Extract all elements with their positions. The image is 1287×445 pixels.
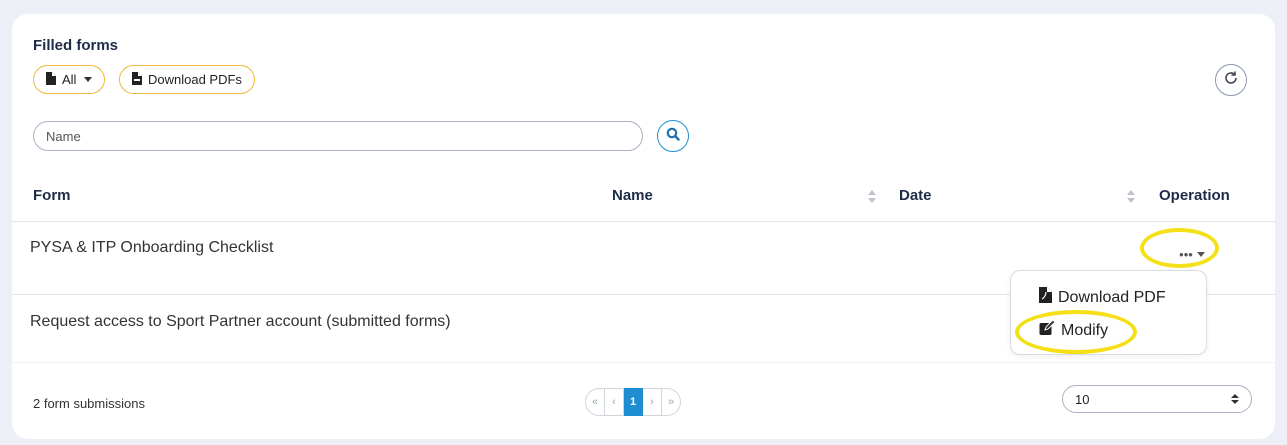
pagination-first[interactable]: « bbox=[585, 388, 605, 416]
refresh-icon bbox=[1223, 70, 1239, 91]
page-size-value: 10 bbox=[1075, 391, 1090, 407]
search-icon bbox=[666, 127, 680, 146]
download-pdfs-button[interactable]: Download PDFs bbox=[119, 65, 255, 94]
search-input[interactable] bbox=[33, 121, 643, 151]
footer-divider bbox=[12, 362, 1275, 363]
card-title: Filled forms bbox=[33, 37, 119, 54]
table-row-form-cell: PYSA & ITP Onboarding Checklist bbox=[30, 239, 274, 256]
column-header-form[interactable]: Form bbox=[33, 187, 71, 204]
filter-label: All bbox=[62, 72, 77, 87]
sort-icon[interactable] bbox=[868, 190, 876, 204]
more-options-icon: ••• bbox=[1179, 246, 1193, 262]
column-header-date[interactable]: Date bbox=[899, 187, 932, 204]
table-header-divider bbox=[12, 221, 1275, 222]
pagination-prev[interactable]: ‹ bbox=[605, 388, 624, 416]
filter-dropdown-button[interactable]: All bbox=[33, 65, 106, 94]
caret-down-icon bbox=[1196, 251, 1205, 257]
pagination-last[interactable]: » bbox=[662, 388, 681, 416]
submission-count: 2 form submissions bbox=[33, 396, 145, 411]
pagination-next[interactable]: › bbox=[643, 388, 662, 416]
file-pdf-icon bbox=[132, 71, 142, 88]
pagination: « ‹ 1 › » bbox=[585, 388, 681, 416]
dropdown-item-label: Download PDF bbox=[1058, 288, 1166, 306]
column-header-operation: Operation bbox=[1159, 187, 1230, 204]
page-size-select[interactable]: 10 bbox=[1062, 385, 1252, 413]
refresh-button[interactable] bbox=[1215, 64, 1247, 96]
table-row-form-cell: Request access to Sport Partner account … bbox=[30, 313, 451, 330]
search-button[interactable] bbox=[657, 120, 689, 152]
file-pdf-icon bbox=[1039, 287, 1052, 308]
operation-dropdown-menu: Download PDF Modify bbox=[1010, 270, 1207, 355]
operation-menu-button[interactable]: ••• bbox=[1165, 242, 1219, 266]
file-icon bbox=[46, 71, 56, 88]
caret-down-icon bbox=[84, 77, 93, 82]
filled-forms-card: Filled forms All Download PDFs Form Name… bbox=[12, 14, 1275, 439]
download-pdfs-label: Download PDFs bbox=[148, 72, 242, 87]
dropdown-item-modify[interactable]: Modify bbox=[1039, 319, 1109, 341]
select-arrows-icon bbox=[1231, 394, 1239, 404]
edit-icon bbox=[1039, 319, 1056, 341]
dropdown-item-download-pdf[interactable]: Download PDF bbox=[1039, 287, 1166, 308]
pagination-page-1[interactable]: 1 bbox=[624, 388, 643, 416]
dropdown-item-label: Modify bbox=[1061, 321, 1109, 339]
column-header-name[interactable]: Name bbox=[612, 187, 653, 204]
sort-icon[interactable] bbox=[1127, 190, 1135, 204]
